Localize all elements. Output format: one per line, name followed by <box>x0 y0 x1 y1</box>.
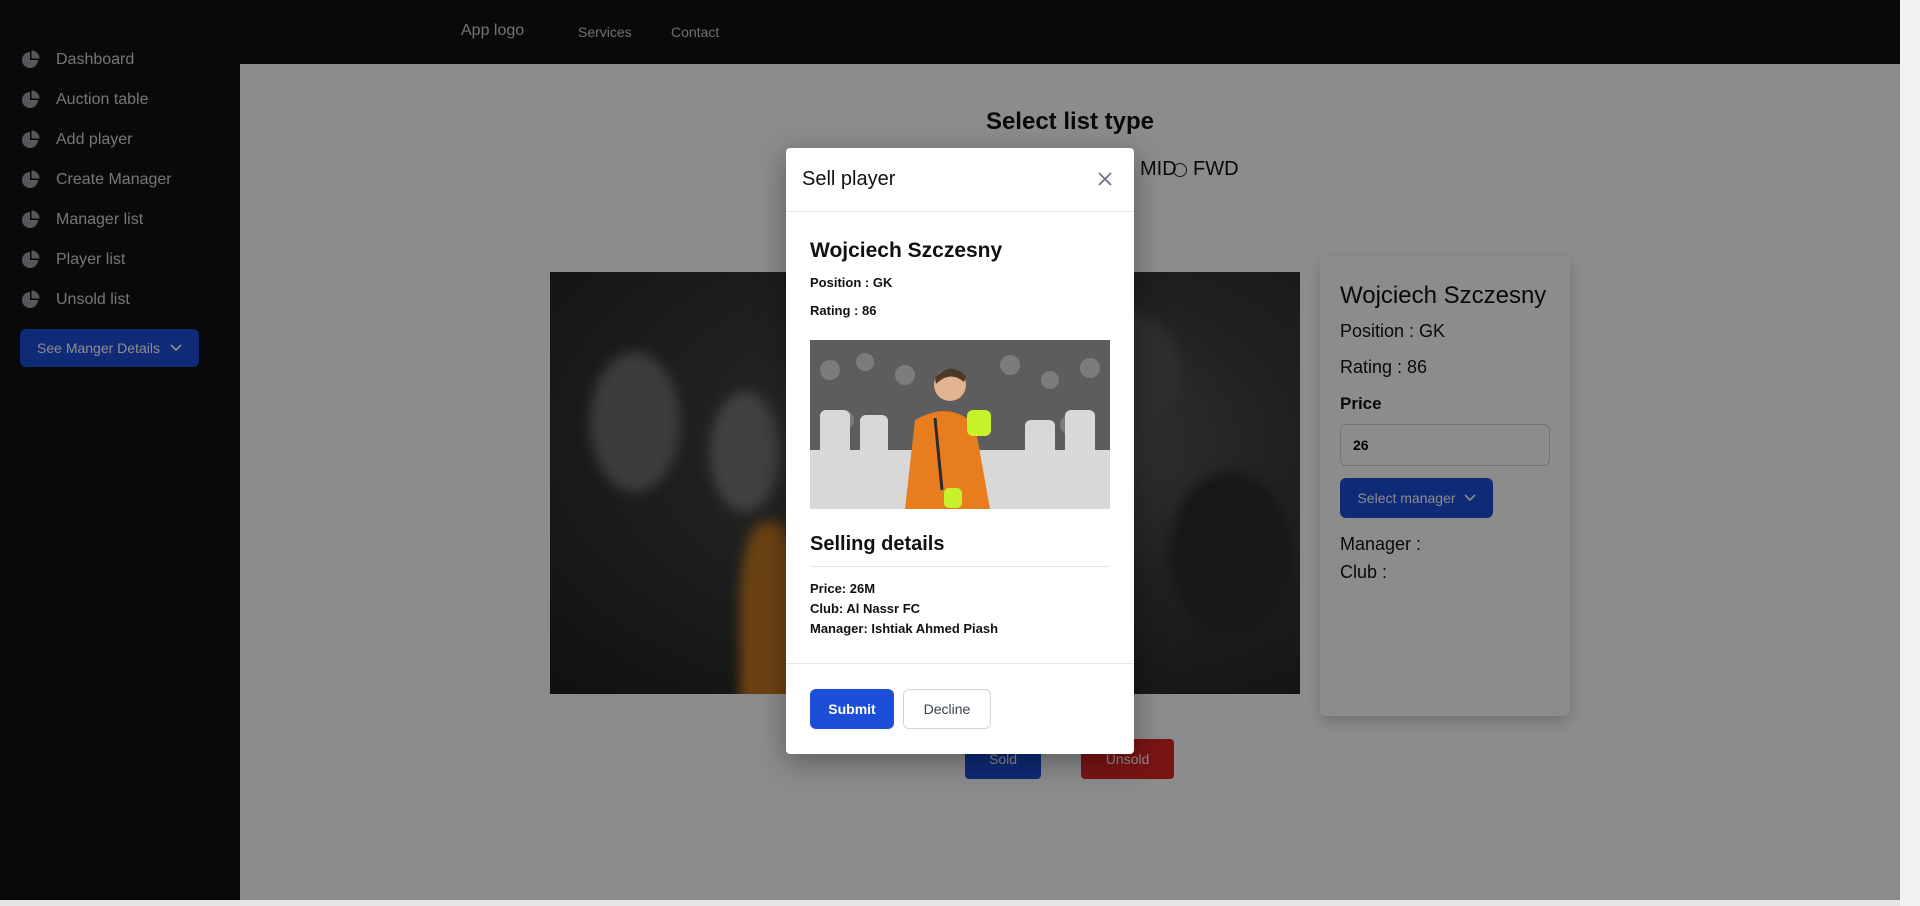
modal-position: Position : GK <box>810 275 893 290</box>
modal-player-name: Wojciech Szczesny <box>810 239 1003 262</box>
modal-rating: Rating : 86 <box>810 303 877 318</box>
selling-manager: Manager: Ishtiak Ahmed Piash <box>810 621 999 636</box>
selling-price: Price: 26M <box>810 581 876 596</box>
submit-button[interactable]: Submit <box>810 689 894 729</box>
modal-player-photo <box>810 340 1110 509</box>
divider <box>810 566 1110 567</box>
horizontal-scrollbar[interactable] <box>0 900 1900 906</box>
close-icon[interactable] <box>1094 168 1116 190</box>
selling-details-title: Selling details <box>810 533 945 555</box>
selling-club: Club: Al Nassr FC <box>810 601 921 616</box>
modal-title: Sell player <box>802 168 896 190</box>
vertical-scrollbar[interactable] <box>1900 0 1920 906</box>
modal-header: Sell player <box>786 148 1134 212</box>
decline-button[interactable]: Decline <box>903 689 991 729</box>
player-photo-illustration <box>810 340 1110 509</box>
modal-footer-divider <box>786 663 1134 664</box>
sell-player-modal: Sell player Wojciech Szczesny Position :… <box>786 148 1134 754</box>
